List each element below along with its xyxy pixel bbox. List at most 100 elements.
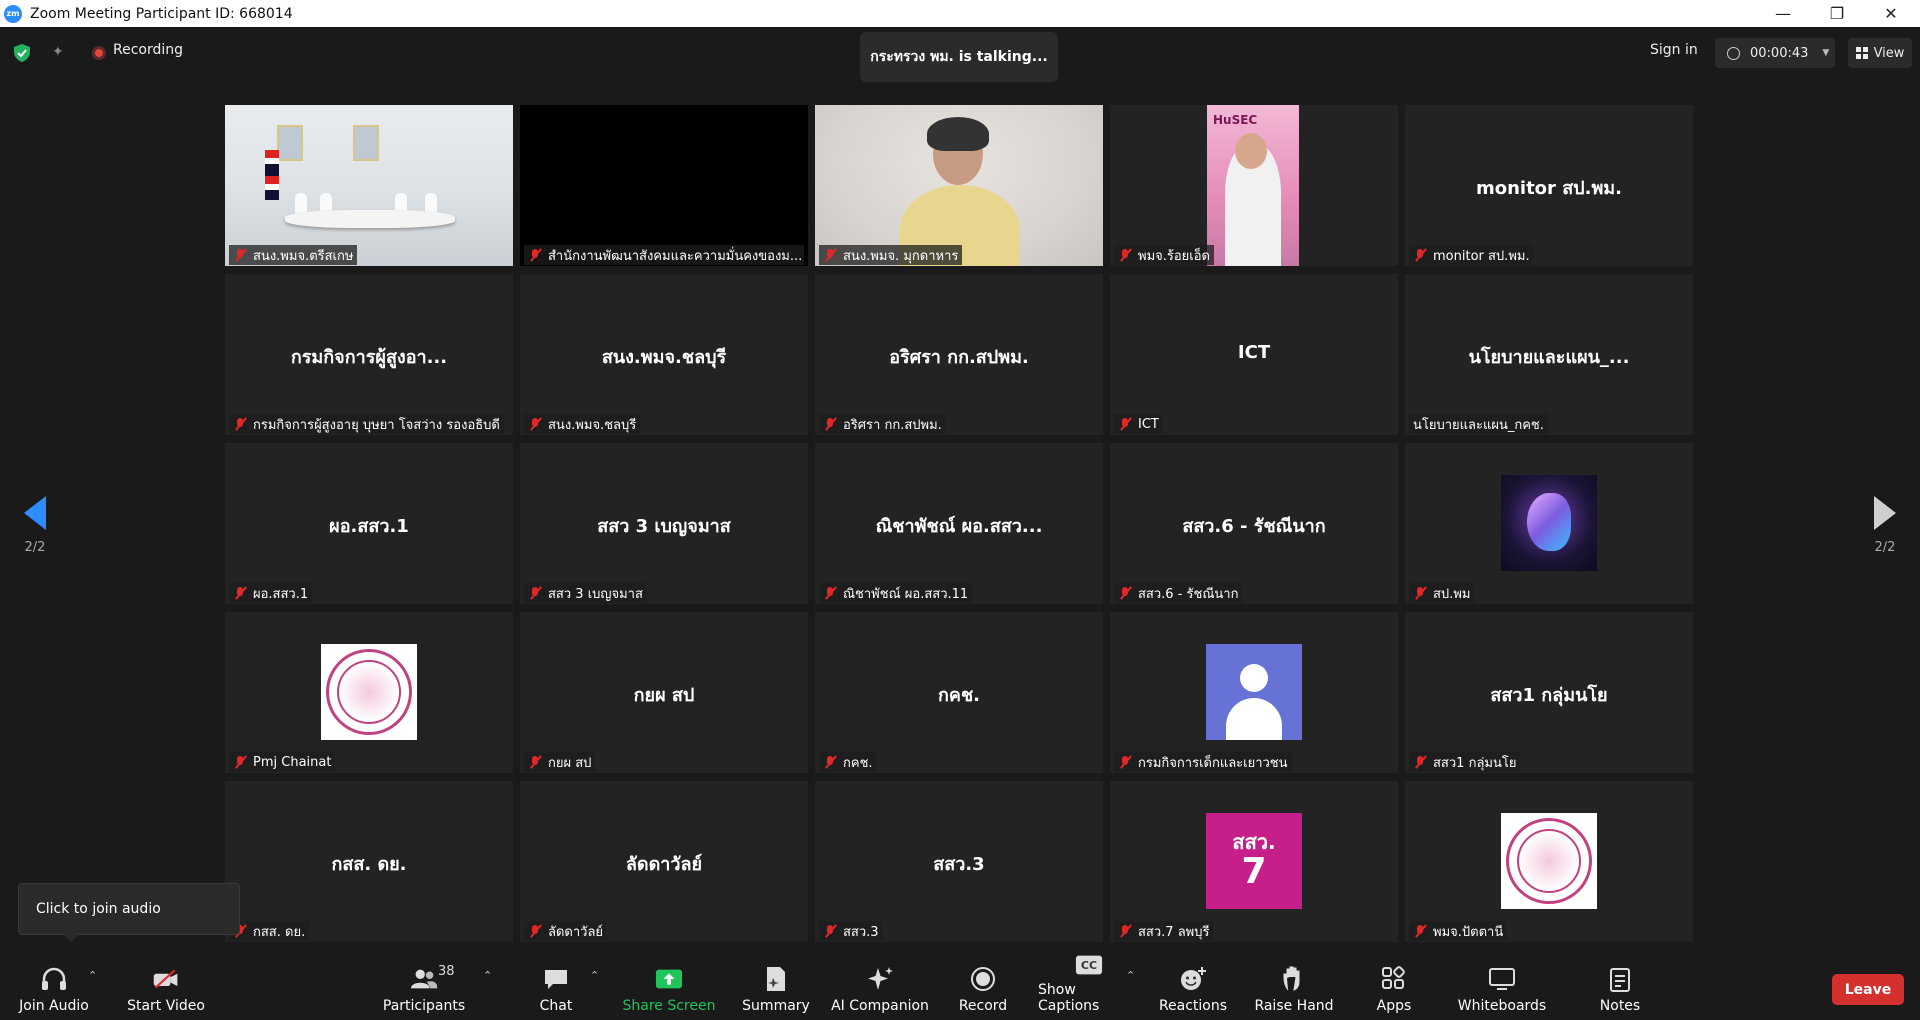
participant-tile[interactable]: สสว. 7 สสว.7 ลพบุรี [1110, 781, 1398, 942]
participant-name: กคช. [843, 755, 873, 771]
participant-tile[interactable]: สนง.พมจ.ชลบุรี สนง.พมจ.ชลบุรี [520, 274, 808, 435]
person-head [1235, 133, 1267, 169]
whiteboards-button[interactable]: Whiteboards [1450, 957, 1554, 1020]
participant-tile[interactable]: กคช. กคช. [815, 612, 1103, 773]
participant-tile[interactable]: สป.พม [1405, 443, 1693, 604]
chat-button[interactable]: Chat [526, 957, 586, 1020]
chat-options-caret[interactable]: ⌃ [590, 969, 599, 982]
participant-name-label: สนง.พมจ.ชลบุรี [524, 414, 641, 434]
muted-mic-icon [823, 417, 837, 431]
headphones-icon [40, 966, 68, 992]
close-button[interactable]: ✕ [1864, 0, 1918, 27]
raise-hand-label: Raise Hand [1254, 998, 1334, 1014]
muted-mic-icon [1413, 924, 1427, 938]
muted-mic-icon [528, 924, 542, 938]
participants-options-caret[interactable]: ⌃ [483, 969, 492, 982]
ai-companion-button[interactable]: AI Companion [828, 957, 932, 1020]
muted-mic-icon [528, 248, 542, 262]
participant-name-label: ณิชาพัชณ์ ผอ.สสว.11 [819, 583, 973, 603]
leave-button[interactable]: Leave [1832, 974, 1904, 1005]
participant-name-label: นโยบายและแผน_กคช. [1409, 414, 1548, 434]
next-page-button[interactable]: 2/2 [1850, 470, 1920, 580]
title-bar: zm Zoom Meeting Participant ID: 668014 —… [0, 0, 1920, 27]
participant-tile[interactable]: สนง.พมจ.ตรีสเกษ [225, 105, 513, 266]
participant-tile[interactable]: ICT ICT [1110, 274, 1398, 435]
join-audio-label: Join Audio [19, 998, 89, 1014]
participant-tile[interactable]: สสว1 กลุ่มนโย สสว1 กลุ่มนโย [1405, 612, 1693, 773]
participant-name-label: ผอ.สสว.1 [229, 583, 313, 603]
show-captions-button[interactable]: CC Show Captions [1038, 955, 1140, 1020]
summary-button[interactable]: Summary [736, 957, 816, 1020]
participant-tile[interactable]: กรมกิจการเด็กและเยาวชน [1110, 612, 1398, 773]
husec-banner-text: HuSEC [1213, 113, 1258, 127]
participants-count: 38 [438, 964, 455, 979]
arrow-right-icon [1874, 495, 1896, 530]
participant-name-label: สนง.พมจ.ตรีสเกษ [229, 245, 358, 265]
seal-center [1517, 829, 1581, 893]
wall-portrait [353, 125, 379, 161]
muted-mic-icon [1413, 755, 1427, 769]
muted-mic-icon [823, 924, 837, 938]
share-screen-button[interactable]: Share Screen [622, 957, 716, 1020]
participant-display-name: สสว.6 - รัชณีนาก [1182, 516, 1326, 537]
participant-tile[interactable]: กยผ สป กยผ สป [520, 612, 808, 773]
reactions-button[interactable]: Reactions [1156, 957, 1230, 1020]
participant-tile[interactable]: อริศรา กก.สปพม. อริศรา กก.สปพม. [815, 274, 1103, 435]
audio-options-caret[interactable]: ⌃ [88, 969, 97, 982]
apps-button[interactable]: Apps [1366, 957, 1422, 1020]
previous-page-button[interactable]: 2/2 [0, 470, 70, 580]
security-shield-icon[interactable] [14, 44, 30, 62]
participant-name-label: อริศรา กก.สปพม. [819, 414, 946, 434]
join-audio-tooltip: Click to join audio [18, 883, 240, 942]
restore-button[interactable]: ❐ [1810, 0, 1864, 27]
minimize-button[interactable]: — [1756, 0, 1810, 27]
participant-tile[interactable]: ผอ.สสว.1 ผอ.สสว.1 [225, 443, 513, 604]
meeting-timer[interactable]: 00:00:43 ▼ [1715, 38, 1835, 68]
participant-name: สนง.พมจ.ชลบุรี [548, 417, 637, 433]
emoji-plus-icon [1179, 966, 1207, 992]
apps-label: Apps [1376, 998, 1412, 1014]
participant-tile[interactable]: สนง.พมจ. มุกดาหาร [815, 105, 1103, 266]
page-indicator-right: 2/2 [1874, 539, 1896, 555]
participant-tile[interactable]: สสว 3 เบญจมาส สสว 3 เบญจมาส [520, 443, 808, 604]
apps-icon [1380, 966, 1408, 992]
participant-tile[interactable]: กรมกิจการผู้สูงอา... กรมกิจการผู้สูงอายุ… [225, 274, 513, 435]
timer-value: 00:00:43 [1750, 45, 1809, 61]
captions-options-caret[interactable]: ⌃ [1126, 969, 1135, 982]
ai-sparkle-icon[interactable]: ✦ [52, 44, 68, 60]
start-video-button[interactable]: Start Video [126, 957, 206, 1020]
participant-tile[interactable]: สำนักงานพัฒนาสังคมและความมั่นคงของม... [520, 105, 808, 266]
whiteboards-label: Whiteboards [1457, 998, 1547, 1014]
view-button[interactable]: View [1848, 38, 1912, 68]
participant-name-label: สสว1 กลุ่มนโย [1409, 752, 1521, 772]
meeting-table [285, 210, 455, 228]
join-audio-button[interactable]: Join Audio [14, 957, 94, 1020]
record-label: Record [958, 998, 1008, 1014]
participant-name: ICT [1138, 416, 1159, 432]
raise-hand-button[interactable]: Raise Hand [1252, 957, 1336, 1020]
participant-tile[interactable]: สสว.3 สสว.3 [815, 781, 1103, 942]
zoom-logo-icon: zm [4, 4, 22, 23]
participant-tile[interactable]: นโยบายและแผน_... นโยบายและแผน_กคช. [1405, 274, 1693, 435]
participant-tile[interactable]: Pmj Chainat [225, 612, 513, 773]
notes-button[interactable]: Notes [1590, 957, 1650, 1020]
sign-in-link[interactable]: Sign in [1650, 42, 1698, 58]
participant-tile[interactable]: กสส. ดย. กสส. ดย. [225, 781, 513, 942]
participant-tile[interactable]: สสว.6 - รัชณีนาก สสว.6 - รัชณีนาก [1110, 443, 1398, 604]
participant-name: ณิชาพัชณ์ ผอ.สสว.11 [843, 586, 969, 602]
participant-tile[interactable]: HuSEC พมจ.ร้อยเอ็ด [1110, 105, 1398, 266]
eagle-shape [1527, 493, 1571, 551]
summary-label: Summary [742, 998, 810, 1014]
ministry-seal-avatar-icon [1501, 813, 1597, 909]
participant-tile[interactable]: พมจ.ปัตตานี [1405, 781, 1693, 942]
participant-tile[interactable]: monitor สป.พม. monitor สป.พม. [1405, 105, 1693, 266]
participant-tile[interactable]: ณิชาพัชณ์ ผอ.สสว... ณิชาพัชณ์ ผอ.สสว.11 [815, 443, 1103, 604]
record-button[interactable]: Record [952, 957, 1014, 1020]
eagle-avatar-icon [1501, 475, 1597, 571]
participant-display-name: สนง.พมจ.ชลบุรี [601, 347, 727, 368]
participant-tile[interactable]: ลัดดาวัลย์ ลัดดาวัลย์ [520, 781, 808, 942]
participant-name: กรมกิจการเด็กและเยาวชน [1138, 755, 1288, 771]
seal-ring [326, 649, 412, 735]
participant-display-name: กยผ สป [633, 685, 695, 706]
participants-button[interactable]: 38 Participants [381, 957, 467, 1020]
